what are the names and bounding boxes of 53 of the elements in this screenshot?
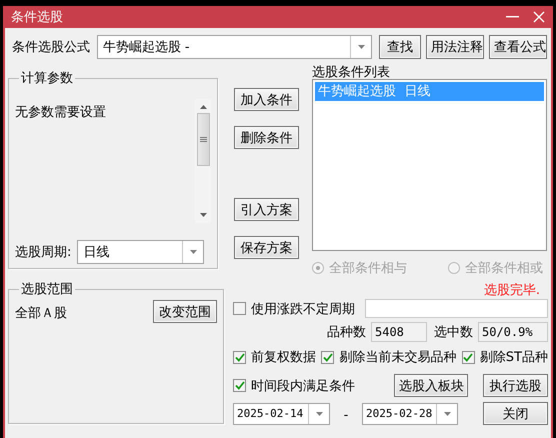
- count-label: 选中数: [434, 324, 473, 341]
- delete-condition-button[interactable]: 删除条件: [234, 126, 299, 149]
- checkbox-label: 剔除当前未交易品种: [339, 349, 456, 366]
- scroll-down-icon[interactable]: [200, 213, 206, 217]
- period-label: 选股周期:: [15, 244, 72, 261]
- find-button[interactable]: 查找: [379, 35, 421, 59]
- caret-icon: [190, 250, 197, 254]
- group-title: 选股范围: [20, 281, 74, 298]
- count-field: 5408: [371, 322, 427, 342]
- status-message: 选股完毕.: [484, 282, 540, 297]
- period-input[interactable]: [365, 299, 548, 318]
- caret-icon: [358, 45, 365, 49]
- radio-label: 全部条件相或: [465, 260, 543, 277]
- checkbox[interactable]: [233, 350, 246, 364]
- checkbox[interactable]: [233, 302, 246, 315]
- scroll-up-icon[interactable]: [200, 105, 206, 109]
- checkbox-label: 时间段内满足条件: [251, 378, 355, 394]
- date-separator: -: [342, 408, 350, 423]
- checkbox-label: 使用涨跌不定周期: [251, 300, 355, 318]
- count-label: 品种数: [327, 324, 366, 341]
- params-message: 无参数需要设置: [15, 104, 107, 122]
- to-block-button[interactable]: 选股入板块: [394, 374, 468, 397]
- formula-dropdown[interactable]: 牛势崛起选股 -: [96, 35, 372, 59]
- end-date-dropdown[interactable]: 2025-02-28: [362, 402, 458, 424]
- period-dropdown[interactable]: 日线: [77, 240, 204, 264]
- save-scheme-button[interactable]: 保存方案: [234, 236, 299, 259]
- group-title: 计算参数: [20, 70, 74, 87]
- scrollbar[interactable]: [195, 99, 211, 223]
- add-condition-button[interactable]: 加入条件: [234, 88, 299, 111]
- minimize-icon[interactable]: [506, 16, 519, 18]
- change-scope-button[interactable]: 改变范围: [153, 300, 217, 323]
- checkbox[interactable]: [233, 379, 246, 392]
- checkbox-label: 剔除ST品种: [480, 349, 548, 366]
- start-date-dropdown[interactable]: 2025-02-14: [233, 402, 330, 424]
- checkbox[interactable]: [321, 350, 334, 364]
- usage-notes-button[interactable]: 用法注释: [426, 35, 484, 59]
- caret-icon: [444, 412, 450, 416]
- checkbox-label: 前复权数据: [251, 349, 316, 366]
- list-title: 选股条件列表: [312, 65, 391, 80]
- run-button[interactable]: 执行选股: [483, 374, 548, 397]
- window-title: 条件选股: [11, 9, 64, 26]
- caret-icon: [316, 412, 322, 416]
- scope-value: 全部Ａ股: [15, 305, 67, 322]
- close-button[interactable]: 关闭: [483, 402, 548, 425]
- count-field: 50/0.9%: [478, 322, 548, 342]
- checkbox[interactable]: [462, 350, 475, 364]
- scroll-thumb[interactable]: [196, 113, 210, 166]
- view-formula-button[interactable]: 查看公式: [489, 35, 547, 59]
- formula-label: 条件选股公式: [12, 39, 91, 56]
- grip-icon: [200, 136, 206, 142]
- import-scheme-button[interactable]: 引入方案: [234, 198, 299, 221]
- radio-label: 全部条件相与: [329, 260, 407, 277]
- close-icon[interactable]: [533, 11, 545, 23]
